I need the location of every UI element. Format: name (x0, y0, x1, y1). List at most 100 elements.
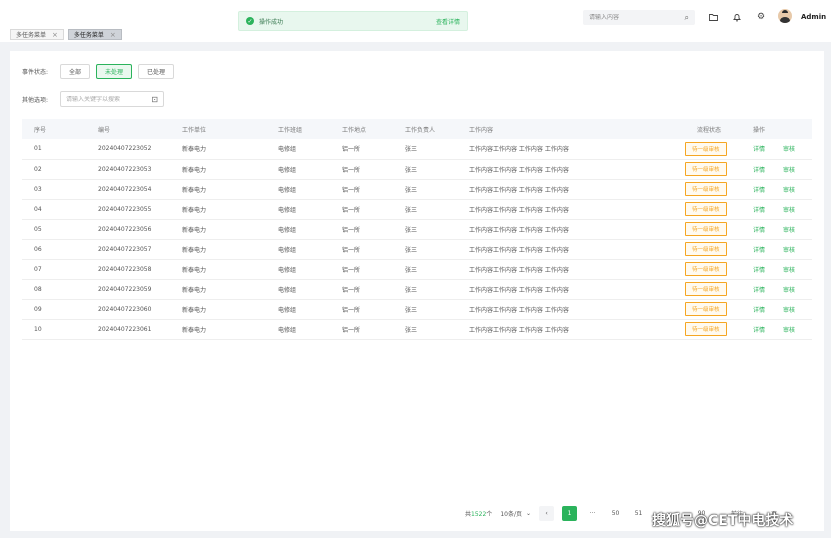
tab-bar: 多任务菜单 × 多任务菜单 × (10, 29, 122, 40)
details-link[interactable]: 详情 (753, 146, 765, 153)
review-link[interactable]: 审核 (783, 307, 795, 314)
gear-icon[interactable]: ⚙ (755, 11, 767, 23)
review-link[interactable]: 审核 (783, 227, 795, 234)
other-filter: 其他选项: ⊡ (22, 91, 164, 107)
filter-all-button[interactable]: 全部 (60, 64, 91, 79)
cell-status: 待一级审核 (673, 259, 741, 280)
cell-unit: 新泰电力 (170, 139, 266, 160)
cell-idx: 05 (22, 219, 86, 240)
keyword-search: ⊡ (60, 91, 164, 107)
page-51-button[interactable]: 51 (631, 506, 646, 521)
details-link[interactable]: 详情 (753, 327, 765, 334)
details-link[interactable]: 详情 (753, 267, 765, 274)
event-table: 序号 编号 工作单位 工作班组 工作地点 工作负责人 工作内容 流程状态 操作 … (22, 119, 812, 340)
cell-content: 工作内容工作内容 工作内容 工作内容 (457, 299, 673, 320)
details-link[interactable]: 详情 (753, 307, 765, 314)
search-input[interactable] (589, 14, 685, 21)
folder-icon[interactable] (707, 11, 719, 23)
details-link[interactable]: 详情 (753, 247, 765, 254)
cell-content: 工作内容工作内容 工作内容 工作内容 (457, 259, 673, 280)
cell-place: 铝一所 (330, 199, 393, 220)
cell-idx: 07 (22, 259, 86, 280)
review-link[interactable]: 审核 (783, 267, 795, 274)
cell-status: 待一级审核 (673, 219, 741, 240)
details-link[interactable]: 详情 (753, 287, 765, 294)
tab-multitask-2[interactable]: 多任务菜单 × (67, 29, 122, 40)
cell-content: 工作内容工作内容 工作内容 工作内容 (457, 239, 673, 260)
cell-place: 铝一所 (330, 179, 393, 200)
status-badge: 待一级审核 (685, 222, 727, 236)
review-link[interactable]: 审核 (783, 287, 795, 294)
status-badge: 待一级审核 (685, 182, 727, 196)
table-row: 08 20240407223059 新泰电力 电修组 铝一所 张三 工作内容工作内容 工作内… (22, 279, 812, 300)
cell-place: 铝一所 (330, 219, 393, 240)
page-size-select[interactable]: 10条/页 ⌄ (500, 509, 531, 518)
page-ellipsis[interactable]: ··· (585, 506, 600, 521)
scan-icon[interactable]: ⊡ (151, 95, 158, 104)
table-row: 07 20240407223058 新泰电力 电修组 铝一所 张三 工作内容工作内容 工作内… (22, 259, 812, 280)
status-badge: 待一级审核 (685, 202, 727, 216)
table-row: 04 20240407223055 新泰电力 电修组 铝一所 张三 工作内容工作内容 工作内… (22, 199, 812, 220)
avatar[interactable] (778, 9, 792, 23)
review-link[interactable]: 审核 (783, 207, 795, 214)
table-row: 05 20240407223056 新泰电力 电修组 铝一所 张三 工作内容工作内容 工作内… (22, 219, 812, 240)
close-icon[interactable]: × (52, 31, 58, 39)
cell-team: 电修组 (266, 199, 330, 220)
cell-code: 20240407223060 (86, 299, 170, 320)
toast-view-details-link[interactable]: 查看详情 (436, 17, 460, 26)
cell-leader: 张三 (393, 139, 457, 160)
page-50-button[interactable]: 50 (608, 506, 623, 521)
col-header: 序号 (22, 119, 86, 139)
cell-unit: 新泰电力 (170, 219, 266, 240)
cell-team: 电修组 (266, 219, 330, 240)
cell-place: 铝一所 (330, 319, 393, 340)
col-header: 操作 (741, 119, 812, 139)
page-1-button[interactable]: 1 (562, 506, 578, 521)
cell-leader: 张三 (393, 319, 457, 340)
tab-label: 多任务菜单 (73, 32, 104, 39)
prev-page-button[interactable]: ‹ (539, 506, 555, 521)
review-link[interactable]: 审核 (783, 167, 795, 174)
filter-unprocessed-button[interactable]: 未处理 (96, 64, 133, 79)
cell-status: 待一级审核 (673, 179, 741, 200)
table-header: 序号 编号 工作单位 工作班组 工作地点 工作负责人 工作内容 流程状态 操作 (22, 119, 812, 139)
cell-code: 20240407223054 (86, 179, 170, 200)
review-link[interactable]: 审核 (783, 146, 795, 153)
review-link[interactable]: 审核 (783, 327, 795, 334)
search-icon[interactable]: ⌕ (685, 13, 689, 23)
tab-label: 多任务菜单 (16, 32, 47, 39)
cell-code: 20240407223059 (86, 279, 170, 300)
details-link[interactable]: 详情 (753, 187, 765, 194)
table-row: 10 20240407223061 新泰电力 电修组 铝一所 张三 工作内容工作内容 工作内… (22, 319, 812, 340)
cell-status: 待一级审核 (673, 199, 741, 220)
cell-code: 20240407223053 (86, 159, 170, 180)
review-link[interactable]: 审核 (783, 247, 795, 254)
user-name[interactable]: Admin (801, 13, 826, 21)
cell-actions: 详情 审核 (741, 279, 812, 300)
cell-team: 电修组 (266, 299, 330, 320)
cell-actions: 详情 审核 (741, 139, 812, 160)
cell-place: 铝一所 (330, 279, 393, 300)
bell-icon[interactable] (731, 11, 743, 23)
cell-code: 20240407223055 (86, 199, 170, 220)
cell-content: 工作内容工作内容 工作内容 工作内容 (457, 199, 673, 220)
col-header: 工作内容 (457, 119, 673, 139)
details-link[interactable]: 详情 (753, 227, 765, 234)
close-icon[interactable]: × (110, 31, 116, 39)
review-link[interactable]: 审核 (783, 187, 795, 194)
keyword-input[interactable] (66, 95, 152, 103)
details-link[interactable]: 详情 (753, 167, 765, 174)
watermark: 搜狐号@CET中电技术 (652, 513, 794, 529)
filter-processed-button[interactable]: 已处理 (138, 64, 175, 79)
col-header: 流程状态 (673, 119, 741, 139)
cell-leader: 张三 (393, 199, 457, 220)
cell-leader: 张三 (393, 299, 457, 320)
cell-leader: 张三 (393, 279, 457, 300)
table-row: 03 20240407223054 新泰电力 电修组 铝一所 张三 工作内容工作内容 工作内… (22, 179, 812, 200)
status-badge: 待一级审核 (685, 141, 727, 156)
tab-multitask-1[interactable]: 多任务菜单 × (10, 29, 64, 40)
details-link[interactable]: 详情 (753, 207, 765, 214)
col-header: 工作负责人 (393, 119, 457, 139)
cell-status: 待一级审核 (673, 239, 741, 260)
cell-actions: 详情 审核 (741, 299, 812, 320)
